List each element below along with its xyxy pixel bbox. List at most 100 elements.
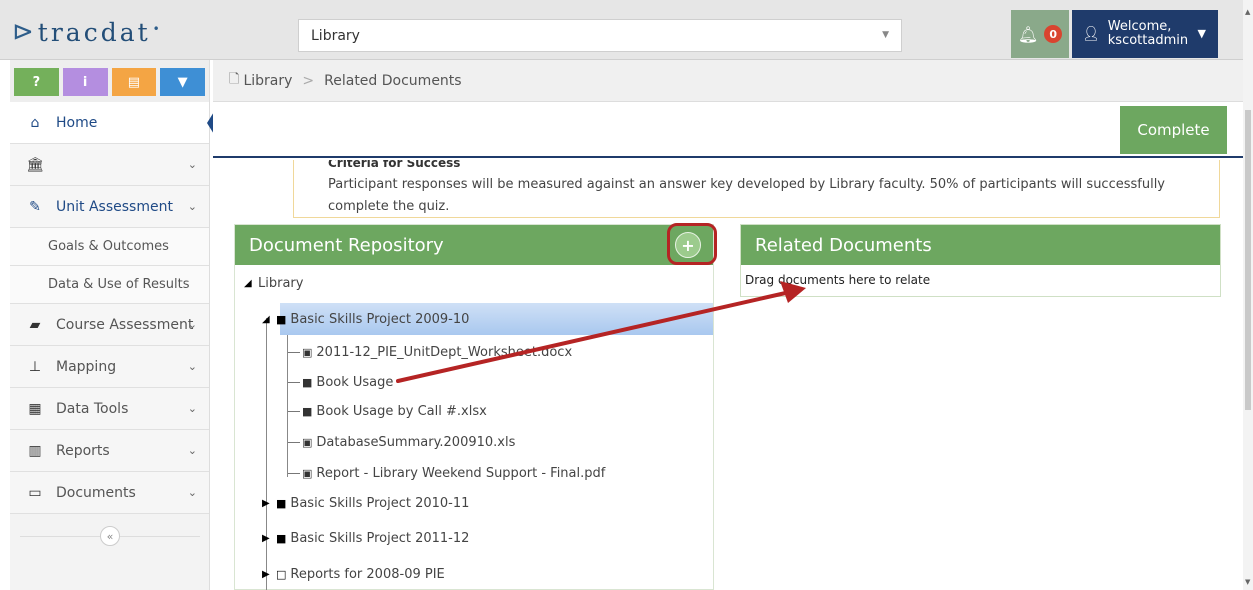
folder-icon: ■	[276, 496, 287, 510]
file-icon: ■	[302, 404, 313, 418]
sidebar-item-reports[interactable]: ▥ Reports ⌄	[10, 430, 209, 472]
info-icon: i	[82, 74, 88, 90]
folder-outline-icon: □	[276, 567, 287, 581]
caret-down-icon: ▼	[1197, 27, 1206, 40]
collapse-sidebar-button[interactable]: «	[100, 526, 120, 546]
add-document-button[interactable]: +	[675, 232, 701, 258]
criteria-text: Participant responses will be measured a…	[328, 177, 1166, 214]
sidebar-item-unit-assessment[interactable]: ✎ Unit Assessment ⌄	[10, 186, 209, 228]
sidebar-item-label: Reports	[56, 442, 110, 459]
info-button[interactable]: i	[62, 68, 108, 96]
action-bar: Complete	[213, 102, 1243, 158]
tree-node-label: Report - Library Weekend Support - Final…	[316, 465, 606, 481]
tree-node-file[interactable]: ▣ 2011-12_PIE_UnitDept_Worksheet.docx	[288, 339, 572, 365]
tree-node-folder[interactable]: ▶ ■ Basic Skills Project 2011-12	[262, 525, 469, 551]
tracdat-logo[interactable]: ⊳ tracdat •	[12, 12, 207, 52]
sidebar-item-documents[interactable]: ▭ Documents ⌄	[10, 472, 209, 514]
sidebar-item-institution[interactable]: 🏛︎ ⌄	[10, 144, 209, 186]
related-title: Related Documents	[755, 234, 932, 256]
breadcrumb-root[interactable]: Library	[243, 73, 292, 89]
plus-icon: +	[681, 235, 695, 255]
page-scrollbar[interactable]: ▲ ▼	[1243, 0, 1253, 590]
chevron-down-icon: ▼	[882, 30, 889, 40]
home-icon: ⌂	[30, 114, 40, 131]
document-icon: 🗋︎	[229, 71, 240, 87]
user-menu[interactable]: 👤︎ Welcome, kscottadmin ▼	[1072, 10, 1218, 58]
folder-icon: ■	[276, 312, 287, 326]
notification-count-badge: 0	[1044, 25, 1063, 43]
quick-tools-bar: ? i ▤ ▼	[10, 60, 209, 102]
top-bar: ⊳ tracdat • Library ▼ 🔔︎ 0 👤︎ Welcome, k…	[0, 0, 1253, 60]
table-icon: ▦	[28, 400, 42, 417]
sidebar-subitem-goals-outcomes[interactable]: Goals & Outcomes	[10, 228, 209, 266]
file-icon: ■	[302, 375, 313, 389]
excel-file-icon: ▣	[302, 435, 313, 449]
logo-mark: •	[152, 22, 160, 36]
tree-node-folder[interactable]: ▶ ■ Basic Skills Project 2010-11	[262, 490, 469, 516]
tree-node-label: DatabaseSummary.200910.xls	[316, 434, 516, 450]
sidebar-subitem-label: Data & Use of Results	[48, 277, 190, 292]
collapse-triangle-icon: ◢	[262, 313, 270, 325]
tree-connector	[288, 410, 300, 412]
sidebar-item-label: Documents	[56, 484, 136, 501]
expand-triangle-icon: ▶	[262, 568, 270, 580]
context-select-value: Library	[311, 27, 360, 44]
tree-node-folder[interactable]: ▶ □ Reports for 2008-09 PIE	[262, 561, 445, 587]
tree-node-label: Book Usage by Call #.xlsx	[316, 403, 487, 419]
expand-triangle-icon: ▶	[262, 497, 270, 509]
repository-header: Document Repository +	[235, 223, 717, 265]
tree-connector	[288, 351, 300, 353]
tree-node-file[interactable]: ■ Book Usage by Call #.xlsx	[288, 398, 487, 424]
complete-button[interactable]: Complete	[1120, 106, 1227, 154]
breadcrumb-separator: >	[302, 72, 315, 89]
tree-connector	[288, 472, 300, 474]
notifications-button[interactable]: 🔔︎ 0	[1011, 10, 1069, 58]
scroll-thumb[interactable]	[1245, 110, 1251, 410]
tree-node-label: Basic Skills Project 2010-11	[290, 495, 470, 511]
scroll-up-icon[interactable]: ▲	[1245, 8, 1250, 16]
tree-node-label: 2011-12_PIE_UnitDept_Worksheet.docx	[316, 344, 573, 360]
expand-triangle-icon: ▶	[262, 532, 270, 544]
sidebar-subitem-data-use-results[interactable]: Data & Use of Results	[10, 266, 209, 304]
tree-node-label: Reports for 2008-09 PIE	[290, 566, 445, 582]
tree-node-file[interactable]: ▣ Report - Library Weekend Support - Fin…	[288, 460, 605, 486]
tree-node-file[interactable]: ▣ DatabaseSummary.200910.xls	[288, 429, 515, 455]
related-header: Related Documents	[741, 225, 1220, 265]
tree-node-file[interactable]: ■ Book Usage	[288, 369, 393, 395]
chevron-down-icon: ⌄	[187, 158, 197, 171]
user-welcome: Welcome, kscottadmin	[1108, 20, 1188, 48]
chevron-down-icon: ⌄	[187, 444, 197, 457]
sitemap-icon: ⊥	[28, 358, 42, 375]
calendar-icon: ▤	[127, 74, 141, 90]
chevron-down-icon: ⌄	[187, 360, 197, 373]
tree-node-folder-selected[interactable]: ◢ ■ Basic Skills Project 2009-10	[262, 306, 469, 332]
sidebar-item-data-tools[interactable]: ▦ Data Tools ⌄	[10, 388, 209, 430]
criteria-title: Criteria for Success	[328, 160, 461, 170]
sidebar: ? i ▤ ▼ ⌂ Home 🏛︎ ⌄ ✎ Unit Assessment ⌄ …	[10, 60, 217, 590]
pencil-icon: ✎	[29, 198, 41, 215]
collapse-triangle-icon: ◢	[244, 277, 252, 289]
help-button[interactable]: ?	[14, 68, 59, 96]
logo-text: tracdat	[37, 17, 151, 47]
sidebar-item-mapping[interactable]: ⊥ Mapping ⌄	[10, 346, 209, 388]
filter-button[interactable]: ▼	[160, 68, 205, 96]
sidebar-item-label: Unit Assessment	[56, 198, 173, 215]
context-select[interactable]: Library ▼	[298, 19, 902, 52]
tree-connector	[288, 381, 300, 383]
scroll-down-icon[interactable]: ▼	[1245, 578, 1250, 586]
pdf-file-icon: ▣	[302, 466, 313, 480]
related-documents-panel[interactable]: Related Documents Drag documents here to…	[740, 224, 1221, 297]
sidebar-subitem-label: Goals & Outcomes	[48, 239, 169, 254]
tree-node-library[interactable]: ◢ Library	[244, 270, 303, 296]
logo-arrow-icon: ⊳	[12, 17, 34, 47]
sidebar-item-home[interactable]: ⌂ Home	[10, 102, 217, 144]
breadcrumb: 🗋︎ Library > Related Documents	[213, 60, 1243, 102]
tree-connector	[288, 441, 300, 443]
tree-node-label: Library	[258, 275, 304, 291]
criteria-for-success-box: Criteria for Success Participant respons…	[293, 160, 1220, 218]
sidebar-item-course-assessment[interactable]: ▰ Course Assessment ⌄	[10, 304, 209, 346]
repository-title: Document Repository	[249, 234, 444, 256]
help-icon: ?	[32, 74, 41, 90]
sidebar-item-label: Mapping	[56, 358, 117, 375]
calendar-button[interactable]: ▤	[111, 68, 157, 96]
